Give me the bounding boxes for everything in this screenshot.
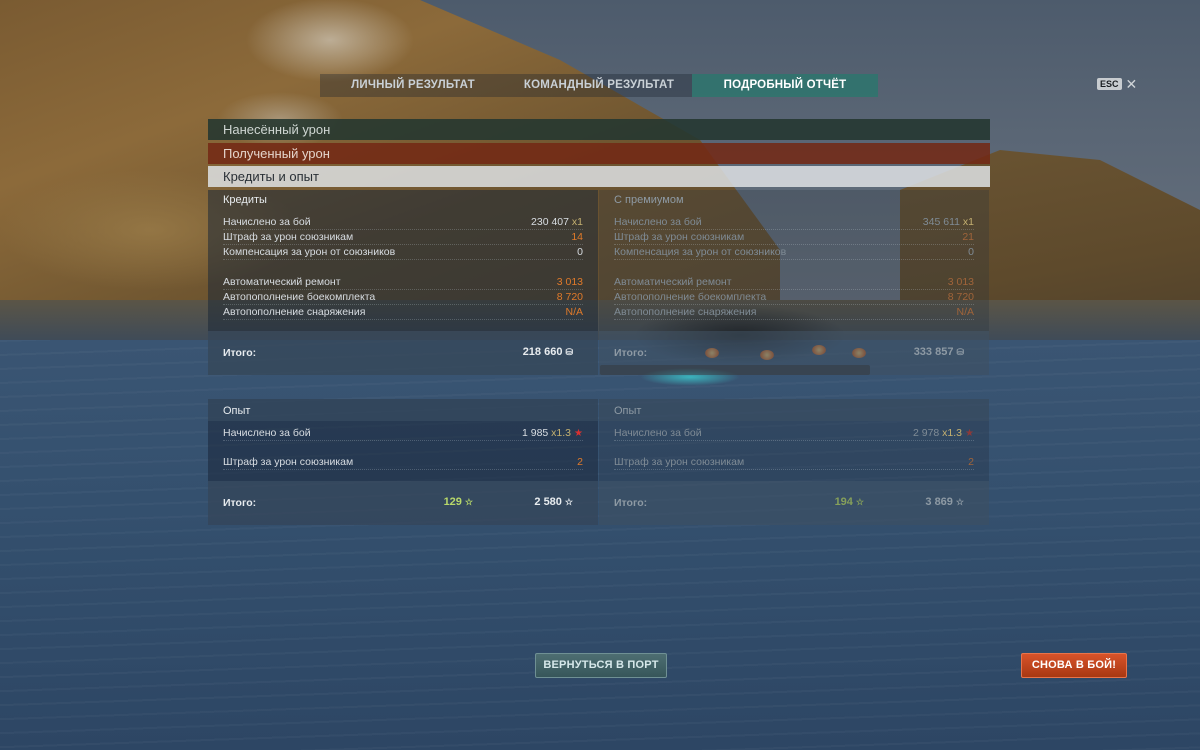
row-label: Автопополнение снаряжения: [614, 306, 757, 318]
multiplier: x1: [962, 216, 974, 228]
premium-header: С премиумом: [614, 194, 684, 206]
total-label: Итого:: [614, 497, 648, 509]
experience-panel-base: Опыт Начислено за бой 1 985 x1.3 ★ Штраф …: [208, 399, 598, 525]
exp-penalty-row: Штраф за урон союзникам 2: [614, 455, 974, 470]
tab-detailed-report[interactable]: ПОДРОБНЫЙ ОТЧЁТ: [692, 74, 878, 97]
credits-panel-base: Кредиты Начислено за бой 230 407 x1 Штра…: [208, 190, 598, 375]
total-value: 3 869 ☆: [925, 496, 964, 508]
row-label: Штраф за урон союзникам: [223, 231, 354, 243]
row-label: Штраф за урон союзникам: [614, 231, 745, 243]
row-value: 2 978 x1.3 ★: [912, 427, 974, 439]
section-damage-dealt[interactable]: Нанесённый урон: [208, 119, 990, 140]
row-value: 345 611 x1: [922, 216, 974, 228]
row-value: 0: [968, 246, 974, 258]
row-value: 3 013: [947, 276, 974, 288]
credits-icon: ⛁: [956, 347, 964, 357]
row-value: 2: [577, 456, 583, 468]
credits-penalty-row: Штраф за урон союзникам 14: [223, 230, 583, 245]
multiplier: x1: [571, 216, 583, 228]
free-exp-value: 129 ☆: [443, 496, 473, 508]
result-tabs: ЛИЧНЫЙ РЕЗУЛЬТАТ КОМАНДНЫЙ РЕЗУЛЬТАТ ПОД…: [320, 74, 878, 97]
total-value: 218 660 ⛁: [522, 346, 573, 358]
row-label: Автопополнение боекомплекта: [223, 291, 376, 303]
exp-total: Итого: 129 ☆ 2 580 ☆: [208, 481, 598, 525]
red-star-icon: ★: [965, 428, 974, 439]
multiplier: x1.3: [942, 427, 963, 439]
experience-header-bar: [208, 399, 598, 421]
credits-total: Итого: 333 857 ⛁: [599, 331, 989, 375]
row-label: Автопополнение снаряжения: [223, 306, 366, 318]
multiplier: x1.3: [551, 427, 572, 439]
experience-header: Опыт: [223, 405, 251, 417]
credits-header: Кредиты: [223, 194, 267, 206]
row-label: Штраф за урон союзникам: [614, 456, 745, 468]
battle-again-button[interactable]: СНОВА В БОЙ!: [1021, 653, 1127, 678]
red-star-icon: ★: [574, 428, 583, 439]
credits-panel-premium: С премиумом Начислено за бой 345 611 x1 …: [599, 190, 989, 375]
exp-earned-row: Начислено за бой 2 978 x1.3 ★: [614, 426, 974, 441]
row-value: 1 985 x1.3 ★: [521, 427, 583, 439]
credits-repair-row: Автоматический ремонт 3 013: [614, 275, 974, 290]
star-icon: ☆: [955, 497, 964, 507]
row-value: 14: [571, 231, 583, 243]
row-value: N/A: [956, 306, 974, 318]
row-label: Штраф за урон союзникам: [223, 456, 354, 468]
credits-ammo-row: Автопополнение боекомплекта 8 720: [614, 290, 974, 305]
credits-equipment-row: Автопополнение снаряжения N/A: [614, 305, 974, 320]
total-label: Итого:: [223, 347, 257, 359]
row-label: Начислено за бой: [223, 216, 311, 228]
credits-earned-row: Начислено за бой 345 611 x1: [614, 215, 974, 230]
row-value: 3 013: [556, 276, 583, 288]
exp-total: Итого: 194 ☆ 3 869 ☆: [599, 481, 989, 525]
section-credits-exp[interactable]: Кредиты и опыт: [208, 166, 990, 187]
battle-background: [0, 0, 1200, 750]
row-label: Компенсация за урон от союзников: [614, 246, 787, 258]
credits-icon: ⛁: [565, 347, 573, 357]
exp-earned-row: Начислено за бой 1 985 x1.3 ★: [223, 426, 583, 441]
experience-header: Опыт: [614, 405, 642, 417]
star-icon: ☆: [564, 497, 573, 507]
row-label: Начислено за бой: [614, 216, 702, 228]
total-value: 333 857 ⛁: [913, 346, 964, 358]
star-icon: ☆: [855, 497, 864, 507]
row-label: Начислено за бой: [614, 427, 702, 439]
row-value: 2: [968, 456, 974, 468]
tab-personal-result[interactable]: ЛИЧНЫЙ РЕЗУЛЬТАТ: [320, 74, 506, 97]
esc-key-label: ESC: [1097, 78, 1122, 90]
esc-close-button[interactable]: ESC ✕: [1097, 77, 1138, 91]
credits-ammo-row: Автопополнение боекомплекта 8 720: [223, 290, 583, 305]
total-label: Итого:: [614, 347, 648, 359]
exp-penalty-row: Штраф за урон союзникам 2: [223, 455, 583, 470]
return-to-port-button[interactable]: ВЕРНУТЬСЯ В ПОРТ: [535, 653, 667, 678]
star-icon: ☆: [464, 497, 473, 507]
row-value: 8 720: [556, 291, 583, 303]
section-damage-received[interactable]: Полученный урон: [208, 143, 990, 164]
row-value: 0: [577, 246, 583, 258]
credits-equipment-row: Автопополнение снаряжения N/A: [223, 305, 583, 320]
row-label: Автоматический ремонт: [223, 276, 341, 288]
credits-repair-row: Автоматический ремонт 3 013: [223, 275, 583, 290]
row-value: 230 407 x1: [531, 216, 583, 228]
row-label: Автопополнение боекомплекта: [614, 291, 767, 303]
free-exp-value: 194 ☆: [834, 496, 864, 508]
row-label: Компенсация за урон от союзников: [223, 246, 396, 258]
tab-team-result[interactable]: КОМАНДНЫЙ РЕЗУЛЬТАТ: [506, 74, 692, 97]
credits-total: Итого: 218 660 ⛁: [208, 331, 598, 375]
row-value: 21: [962, 231, 974, 243]
credits-compensation-row: Компенсация за урон от союзников 0: [223, 245, 583, 260]
row-value: N/A: [565, 306, 583, 318]
experience-panel-premium: Опыт Начислено за бой 2 978 x1.3 ★ Штраф …: [599, 399, 989, 525]
experience-header-bar: [599, 399, 989, 421]
total-label: Итого:: [223, 497, 257, 509]
row-label: Начислено за бой: [223, 427, 311, 439]
credits-compensation-row: Компенсация за урон от союзников 0: [614, 245, 974, 260]
close-icon[interactable]: ✕: [1126, 77, 1138, 91]
row-value: 8 720: [947, 291, 974, 303]
total-value: 2 580 ☆: [534, 496, 573, 508]
row-label: Автоматический ремонт: [614, 276, 732, 288]
credits-earned-row: Начислено за бой 230 407 x1: [223, 215, 583, 230]
credits-penalty-row: Штраф за урон союзникам 21: [614, 230, 974, 245]
